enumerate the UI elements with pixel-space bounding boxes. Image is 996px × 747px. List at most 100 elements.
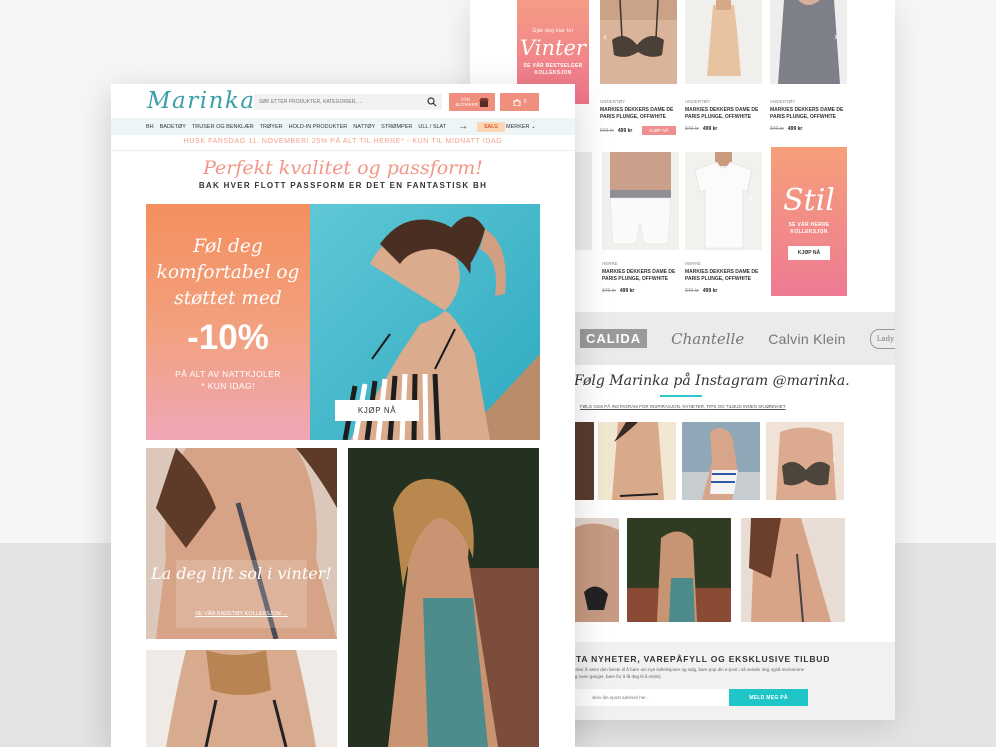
product-card[interactable]: ‹ UNDERTØY MARKIES DEKKERS DAME DE PARIS… [600,0,677,135]
hero-offer-line: * KUN IDAG! [201,381,255,391]
product-image[interactable] [685,0,762,84]
instagram-photo[interactable] [627,518,731,622]
search-input[interactable] [254,94,442,110]
nav-item[interactable]: BH [146,124,154,130]
logo[interactable]: Marinka [147,88,256,114]
promo-kicker: Gjør deg klar for [532,27,574,34]
nav-item[interactable]: TRUSER OG BENKLÆR [192,124,254,130]
product-image-partial [574,152,592,250]
buy-button[interactable]: KJØP NÅ [787,245,831,260]
arrow-right-icon[interactable]: → [458,121,468,132]
nav-item[interactable]: BADETØY [160,124,186,130]
hero-script-line: komfortabel og [156,262,300,283]
newsletter-text: ønsker å være den første til å høre om n… [570,667,805,679]
product-name[interactable]: MARKIES DEKKERS DAME DE PARIS PLUNGE, OF… [600,107,677,120]
buy-now-button[interactable]: KJØP NÅ [335,400,419,421]
hero-discount: -10% [187,318,269,357]
cart-icon [513,99,521,106]
page-headline: Perfekt kvalitet og passform! [203,157,483,179]
title-underline [660,395,702,397]
subscribe-button[interactable]: MELD MEG PÅ [729,689,808,706]
product-card[interactable]: › UNDERTØY MARKIES DEKKERS DAME DE PARIS… [770,0,847,132]
promo-stil[interactable]: Stil SE VÅR HERRE KOLLEKSJON KJØP NÅ [771,147,847,296]
hero-offer-text: PÅ ALT AV NATTKJOLER * KUN IDAG! [156,368,300,392]
nav-sale[interactable]: SALG [477,121,506,132]
product-category: HERRE [685,261,701,266]
instagram-photo[interactable] [574,422,594,500]
product-category: UNDERTØY [770,99,796,104]
brand-logo[interactable]: Lady Avenue [869,328,895,349]
svg-text:‹: ‹ [603,32,607,43]
svg-text:›: › [834,32,838,43]
instagram-photo[interactable] [574,518,619,622]
promo-title: Vinter [520,35,586,60]
hero-script-line: Føl deg [193,236,263,257]
nav-item[interactable]: ULL / SLAT [418,124,446,130]
old-price: 849 kr [685,126,699,132]
new-price: 499 kr [617,127,633,134]
old-price: 849 kr [602,288,616,294]
instagram-photo[interactable] [682,422,760,500]
search-icon[interactable] [427,97,437,107]
brand-logo[interactable]: CALIDA [580,329,648,348]
lingerie-tile[interactable] [146,650,337,747]
product-card[interactable]: › HERRE MARKIES DEKKERS DAME DE PARIS PL… [685,152,762,294]
instagram-photo[interactable]: › [766,422,844,500]
nav-item[interactable]: STRØMPER [381,124,412,130]
swimwear-tile[interactable]: La deg lift sol i vinter! SE VÅR BADETØY… [146,448,337,639]
model-tile[interactable] [348,448,539,747]
old-price: 849 kr [600,127,614,134]
arrow-right-icon: → [282,611,288,617]
nav-brands[interactable]: MERKER ⌄ [506,124,536,130]
svg-text:›: › [832,454,836,465]
nav-item[interactable]: HOLD-IN PRODUKTER [289,124,348,130]
stores-button[interactable]: VÅR BUTIKKER [449,93,495,111]
announcement-bar[interactable]: HUSK FARSDAG 11. NOVEMBER! 25% PÅ ALT TI… [111,138,575,145]
chevron-down-icon: ⌄ [531,123,536,130]
product-image[interactable]: › [685,152,762,250]
newsletter-title: TTA NYHETER, VAREPÅFYLL OG EKSKLUSIVE TI… [570,654,831,664]
nav-item[interactable]: NATTØY [353,124,375,130]
instagram-photo[interactable] [741,518,845,622]
hero-script: Føl deg komfortabel og støttet med [146,234,310,312]
store-icon [478,97,489,107]
cart-count: 0 [523,99,527,105]
tile-script: La deg lift sol i vinter! [151,564,332,583]
product-category: HERRE [602,261,618,266]
tile-link-label: SE VÅR BADETØY KOLLEKSJON [195,611,281,617]
divider [111,150,575,151]
product-card[interactable]: UNDERTØY MARKIES DEKKERS DAME DE PARIS P… [685,0,762,132]
old-price: 849 kr [770,126,784,132]
nav-item[interactable]: TRØYER [260,124,283,130]
promo-title: Stil [783,182,835,218]
product-card[interactable]: HERRE MARKIES DEKKERS DAME DE PARIS PLUN… [602,152,679,294]
email-field[interactable] [570,689,730,706]
hero-offer-line: PÅ ALT AV NATTKJOLER [175,369,281,379]
brand-logo[interactable]: Chantelle [671,330,744,348]
instagram-title: Følg Marinka på Instagram @marinka. [574,373,850,389]
product-image[interactable]: ‹ [600,0,677,84]
product-name[interactable]: MARKIES DEKKERS DAME DE PARIS PLUNGE, OF… [770,107,847,120]
cart-button[interactable]: 0 [500,93,539,111]
buy-button[interactable]: KJØP NÅ [642,126,676,135]
nav-brands-label: MERKER [506,123,530,130]
product-image[interactable]: › [770,0,847,84]
promo-subtitle: SE VÅR BESTSELGER KOLLEKSJON [523,62,583,76]
product-name[interactable]: MARKIES DEKKERS DAME DE PARIS PLUNGE, OF… [685,269,762,282]
product-name[interactable]: MARKIES DEKKERS DAME DE PARIS PLUNGE, OF… [685,107,762,120]
old-price: 849 kr [685,288,699,294]
model-photo [348,448,539,747]
hero-banner[interactable]: Føl deg komfortabel og støttet med -10% … [146,204,540,440]
page-subheadline: BAK HVER FLOTT PASSFORM ER DET EN FANTAS… [198,181,488,190]
new-price: 499 kr [702,288,718,294]
instagram-photo[interactable] [598,422,676,500]
promo-subtitle: SE VÅR HERRE KOLLEKSJON [788,221,830,235]
brand-logo[interactable]: Calvin Klein [768,331,846,347]
product-image[interactable] [602,152,679,250]
main-nav: BH BADETØY TRUSER OG BENKLÆR TRØYER HOLD… [111,118,575,135]
front-page: Marinka VÅR BUTIKKER 0 BH BADETØY TRUSER… [111,84,575,747]
tile-link[interactable]: SE VÅR BADETØY KOLLEKSJON → [146,611,337,617]
product-name[interactable]: MARKIES DEKKERS DAME DE PARIS PLUNGE, OF… [602,269,679,282]
instagram-link[interactable]: FØLG OSS PÅ INSTAGRAM FOR INSPIRASJON, N… [580,404,786,409]
product-category: UNDERTØY [600,99,626,104]
